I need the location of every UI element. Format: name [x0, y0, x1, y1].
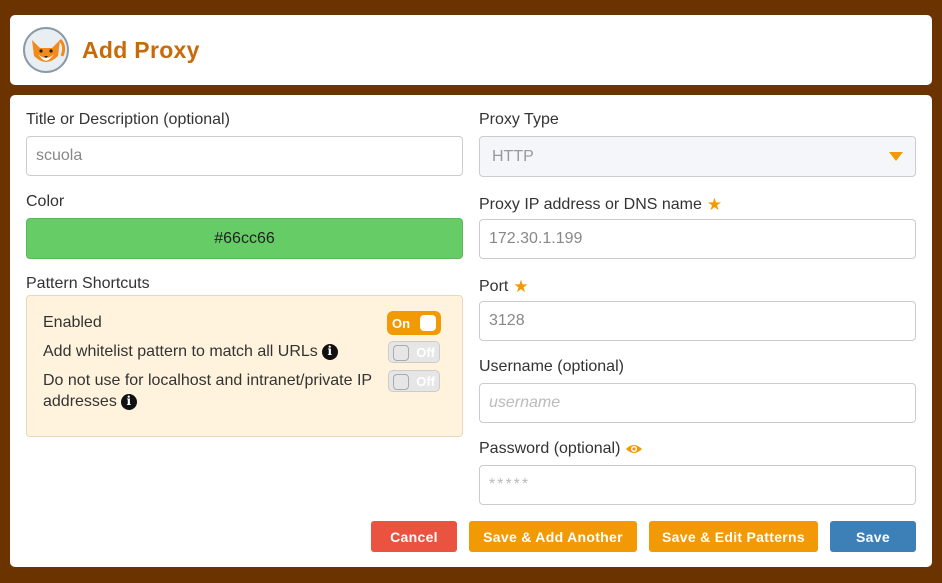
enabled-toggle[interactable]: On [388, 312, 440, 334]
shortcut-label: Do not use for localhost and intranet/pr… [43, 372, 372, 410]
shortcut-enabled: Enabled [43, 312, 102, 333]
title-label: Title or Description (optional) [26, 111, 230, 128]
page-header: Add Proxy [10, 15, 932, 85]
proxy-ip-input[interactable] [479, 219, 916, 259]
eye-icon[interactable] [625, 443, 643, 455]
caret-down-icon [889, 152, 903, 161]
fox-logo-icon [23, 27, 69, 73]
shortcut-whitelist: Add whitelist pattern to match all URLs i [43, 341, 338, 362]
shortcut-label: Add whitelist pattern to match all URLs [43, 343, 318, 360]
proxy-type-label: Proxy Type [479, 111, 559, 128]
proxy-ip-label: Proxy IP address or DNS name ★ [479, 195, 722, 215]
star-icon: ★ [513, 277, 529, 296]
username-label: Username (optional) [479, 358, 624, 375]
localhost-toggle[interactable]: Off [388, 370, 440, 392]
page-title: Add Proxy [82, 36, 200, 63]
proxy-type-select[interactable]: HTTP [479, 136, 916, 177]
info-icon[interactable]: i [120, 393, 137, 410]
star-icon: ★ [706, 195, 723, 214]
port-input[interactable] [479, 301, 916, 341]
color-label: Color [26, 193, 65, 210]
save-edit-patterns-button[interactable]: Save & Edit Patterns [649, 521, 818, 552]
save-add-another-button[interactable]: Save & Add Another [469, 521, 637, 552]
save-button[interactable]: Save [830, 521, 916, 552]
port-label-text: Port [479, 278, 509, 295]
toggle-state: Off [416, 344, 435, 360]
port-label: Port ★ [479, 277, 529, 297]
pattern-shortcuts-panel: Enabled On Add whitelist pattern to matc… [26, 295, 463, 437]
toggle-state: Off [416, 373, 435, 389]
toggle-knob [393, 374, 409, 390]
proxy-form: Title or Description (optional) Color #6… [10, 95, 932, 567]
shortcut-label: Enabled [43, 314, 102, 331]
color-value: #66cc66 [214, 229, 275, 247]
password-label-text: Password (optional) [479, 440, 621, 457]
username-input[interactable] [479, 383, 916, 423]
toggle-state: On [392, 315, 411, 331]
password-input[interactable] [479, 465, 916, 505]
pattern-shortcuts-label: Pattern Shortcuts [26, 275, 150, 292]
toggle-knob [393, 345, 409, 361]
info-icon[interactable]: i [321, 343, 338, 360]
proxy-ip-label-text: Proxy IP address or DNS name [479, 196, 702, 213]
password-label: Password (optional) [479, 440, 643, 458]
proxy-type-value: HTTP [492, 147, 534, 165]
whitelist-toggle[interactable]: Off [388, 341, 440, 363]
color-picker-button[interactable]: #66cc66 [26, 218, 463, 259]
title-input[interactable] [26, 136, 463, 176]
toggle-knob [420, 315, 436, 331]
cancel-button[interactable]: Cancel [371, 521, 457, 552]
shortcut-localhost: Do not use for localhost and intranet/pr… [43, 370, 378, 412]
